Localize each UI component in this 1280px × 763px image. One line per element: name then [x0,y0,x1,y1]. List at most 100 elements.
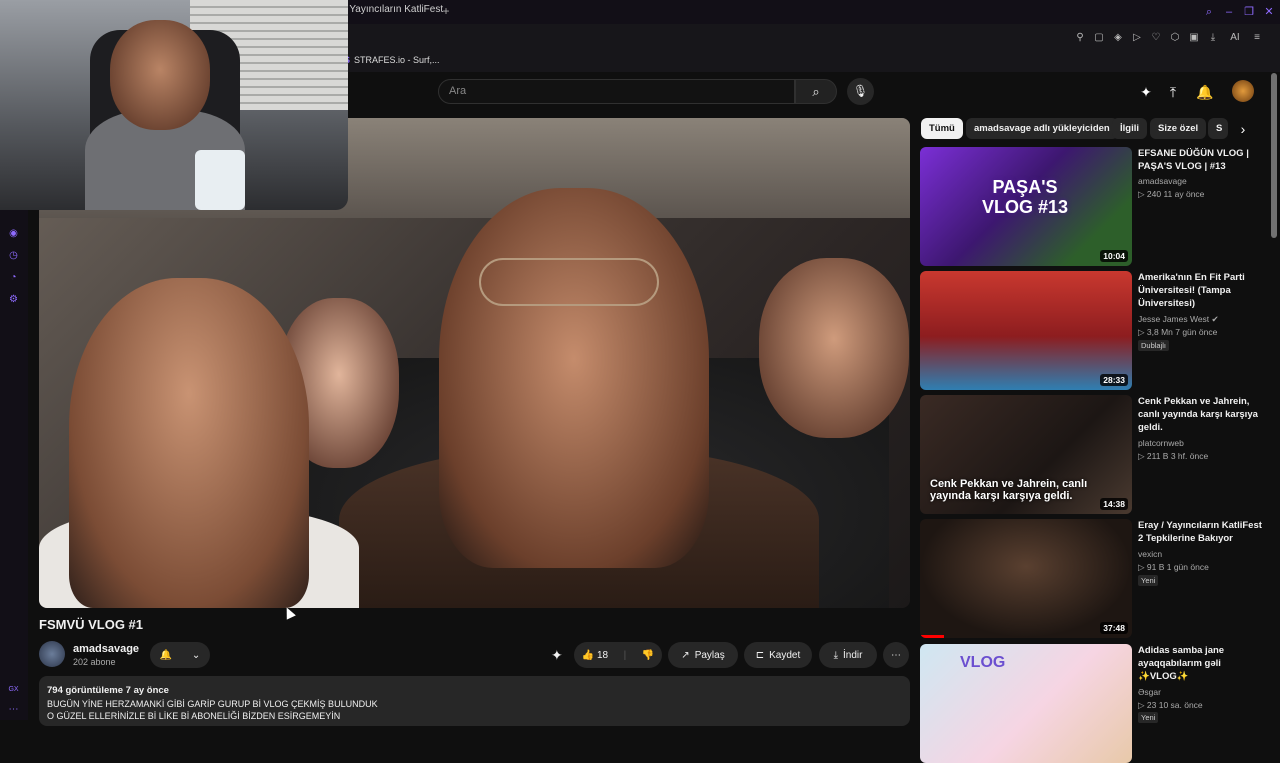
like-button[interactable]: 👍 18 [582,650,608,661]
account-avatar[interactable] [1232,80,1254,102]
download-button[interactable]: ⤓ İndir [819,642,877,668]
chip-related[interactable]: İlgili [1112,118,1147,139]
video-frame-person [69,278,309,608]
subscription-notify-button[interactable]: 🔔 ⌄ [150,642,210,668]
video-frame-person [439,188,709,568]
recommendation-thumbnail[interactable]: Cenk Pekkan ve Jahrein, canlı yayında ka… [920,395,1132,514]
shield-icon[interactable]: ◈ [1112,32,1124,44]
watch-progress-bar [920,635,944,638]
ai-button[interactable]: AI [1226,32,1244,44]
subscriber-count: 202 abone [73,657,116,667]
thumbnail-text: Cenk Pekkan ve Jahrein, canlı yayında ka… [930,478,1088,502]
download-icon[interactable]: ⤓ [1207,32,1219,44]
like-dislike-group: 👍 18 | 👎 [574,642,662,668]
recommendation-title[interactable]: Adidas samba jane ayaqqabılarım gəli ✨VL… [1138,644,1268,683]
recommendation-thumbnail[interactable]: 28:33 [920,271,1132,390]
upload-icon[interactable]: ⤒ [1163,82,1183,102]
menu-icon[interactable]: ≡ [1251,32,1263,44]
pin-icon[interactable]: ⚲ [1074,32,1086,44]
recommendation-meta: ▷ 91 B 1 gün önce [1138,562,1209,572]
recommendation-thumbnail[interactable]: PAŞA'S VLOG #13 10:04 [920,147,1132,266]
chip-for-you[interactable]: Size özel [1150,118,1207,139]
bookmark-icon: ⊏ [755,649,765,661]
chip-cut-off[interactable]: S [1208,118,1228,139]
play-icon[interactable]: ▷ [1131,32,1143,44]
sidebar-more-icon[interactable]: ⋯ [7,703,20,716]
recommendation-meta: ▷ 3,8 Mn 7 gün önce [1138,327,1218,337]
recommendation-channel[interactable]: Jesse James West ✔ [1138,314,1219,325]
description-line: BUGÜN YİNE HERZAMANKİ GİBİ GARİP GURUP B… [47,699,378,709]
video-frame-person [759,258,909,438]
notifications-bell-icon[interactable]: 🔔 [1195,82,1215,102]
chevron-down-icon: ⌄ [191,649,201,661]
thumbs-up-icon: 👍 [581,649,595,661]
restore-icon[interactable]: ❐ [1242,5,1256,19]
recommendation-channel[interactable]: vexicn [1138,549,1162,559]
duration-badge: 14:38 [1100,498,1128,510]
clip-icon[interactable]: ✦ [551,647,563,664]
channel-avatar[interactable] [39,641,65,667]
chip-from-uploader[interactable]: amadsavage adlı yükleyiciden [966,118,1118,139]
share-button[interactable]: ↗ Paylaş [668,642,738,668]
video-frame-glasses [479,258,659,306]
search-button[interactable]: ⌕ [795,79,837,104]
divider: | [623,649,627,661]
page-scrollbar[interactable] [1271,73,1277,238]
duration-badge: 28:33 [1100,374,1128,386]
sidebar-history-icon[interactable]: ◷ [7,249,20,262]
browser-toolbar: ⚲ ▢ ◈ ▷ ♡ ⬡ ▣ ⤓ AI ≡ [1074,32,1263,46]
search-input[interactable]: Ara [438,79,795,104]
video-title: FSMVÜ VLOG #1 [39,617,144,632]
thumbnail-text: VLOG [960,654,1006,671]
duration-badge: 37:48 [1100,622,1128,634]
verified-icon: ✔ [1211,314,1219,324]
thumbs-down-icon: 👎 [641,649,655,661]
new-tab-button[interactable]: + [440,4,452,18]
sidebar-settings-icon[interactable]: ⚙ [7,293,20,306]
recommendation-meta: ▷ 211 B 3 hf. önce [1138,451,1209,461]
recommendation-channel[interactable]: Əsgar [1138,687,1161,697]
duration-badge: 10:04 [1100,250,1128,262]
sidebar-gx-label: GX [8,686,19,693]
bookmark-strafes[interactable]: SSTRAFES.io - Surf,... [344,55,440,65]
share-icon: ↗ [681,649,690,661]
webcam-microphone [195,150,245,210]
webcam-person-face [110,20,210,130]
heart-icon[interactable]: ♡ [1150,32,1162,44]
save-button[interactable]: ⊏ Kaydet [744,642,812,668]
recommendation-channel[interactable]: platcornweb [1138,438,1184,448]
chevron-right-icon[interactable]: › [1234,120,1252,138]
sidebar-player-icon[interactable]: ◉ [7,227,20,240]
snapshot-icon[interactable]: ▢ [1093,32,1105,44]
webcam-overlay [0,0,348,210]
search-icon[interactable]: ⌕ [1202,5,1216,19]
recommendation-title[interactable]: Cenk Pekkan ve Jahrein, canlı yayında ka… [1138,395,1268,434]
recommendation-title[interactable]: Amerika'nın En Fit Parti Üniversitesi! (… [1138,271,1268,310]
recommendation-thumbnail[interactable]: VLOG [920,644,1132,763]
views-and-date: 794 görüntüleme 7 ay önce [47,685,169,696]
more-actions-button[interactable]: ⋯ [883,642,909,668]
browser-tab[interactable]: / Yayıncıların KatliFest [344,4,443,20]
search-icon: ⌕ [812,84,820,99]
wallet-icon[interactable]: ▣ [1188,32,1200,44]
recommendation-thumbnail[interactable]: 37:48 [920,519,1132,638]
download-icon: ⤓ [833,649,838,661]
sidebar-messenger-icon[interactable]: ◔ [7,271,20,284]
close-icon[interactable]: ✕ [1262,5,1276,19]
chip-all[interactable]: Tümü [921,118,963,139]
create-icon[interactable]: ✦ [1136,82,1156,102]
voice-search-button[interactable]: 🎙 [847,78,874,105]
microphone-icon: 🎙 [852,84,869,98]
recommendation-meta: ▷ 240 11 ay önce [1138,189,1205,199]
recommendation-meta: ▷ 23 10 sa. önce [1138,700,1203,710]
new-badge: Yeni [1138,712,1159,723]
thumbnail-text: PAŞA'S VLOG #13 [981,177,1069,217]
channel-name[interactable]: amadsavage [73,643,139,655]
recommendation-title[interactable]: Eray / Yayıncıların KatliFest 2 Tepkiler… [1138,519,1268,545]
recommendation-title[interactable]: EFSANE DÜĞÜN VLOG | PAŞA'S VLOG | #13 [1138,147,1268,173]
new-badge: Yeni [1138,575,1159,586]
recommendation-channel[interactable]: amadsavage [1138,176,1187,186]
extensions-icon[interactable]: ⬡ [1169,32,1181,44]
minimize-icon[interactable]: – [1222,5,1236,19]
dislike-button[interactable]: 👎 [642,650,654,661]
